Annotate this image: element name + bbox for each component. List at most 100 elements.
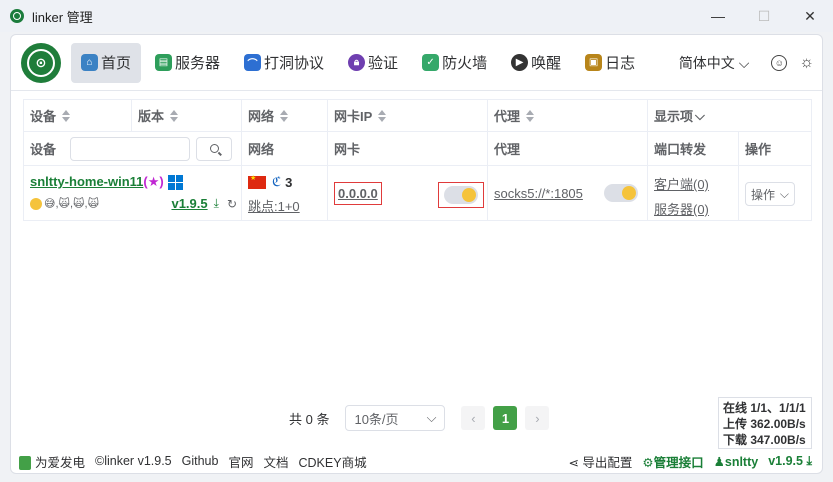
nav-home-label: 首页 (101, 55, 132, 72)
nic-ip-box: 0.0.0.0 (334, 182, 382, 205)
refresh-icon[interactable]: ↻ (227, 197, 237, 211)
github-link[interactable]: Github (182, 454, 219, 468)
operation-label: 操作 (751, 187, 776, 202)
nav-servers[interactable]: ▤ 服务器 (145, 43, 230, 83)
subheader-operation: 操作 (745, 142, 772, 157)
nic-ip-link[interactable]: 0.0.0.0 (338, 186, 378, 201)
play-icon: ▶ (511, 54, 529, 71)
user-button[interactable]: ♟snltty (714, 454, 759, 469)
device-name-link[interactable]: snltty-home-win11 (30, 174, 143, 189)
log-icon: ▣ (585, 54, 603, 71)
cdkey-link[interactable]: CDKEY商城 (299, 452, 367, 471)
device-search-input[interactable] (70, 136, 191, 161)
website-link[interactable]: 官网 (228, 452, 253, 471)
nic-toggle-box (438, 182, 484, 208)
hops-link[interactable]: 跳点:1+0 (248, 199, 300, 214)
header-network[interactable]: 网络 (242, 100, 328, 131)
chevron-down-icon: ⌵ (695, 107, 705, 123)
client-link[interactable]: 客户端(0) (654, 177, 709, 192)
search-button[interactable] (196, 136, 233, 161)
sort-icon (526, 109, 535, 122)
version-link[interactable]: v1.9.5 (171, 196, 207, 211)
nav-servers-label: 服务器 (175, 55, 221, 72)
operation-cell: 操作 ⌵ (739, 166, 811, 221)
nav-log-label: 日志 (605, 55, 636, 72)
page-size-label: 10条/页 (354, 411, 399, 427)
table-filter-row: 设备 网络 网卡 代理 端口转发 操作 (24, 132, 811, 166)
server-icon: ▤ (155, 54, 173, 71)
export-config-button[interactable]: ⋖ 导出配置 (568, 452, 632, 471)
nav-tunnel-label: 打洞协议 (264, 55, 325, 72)
proxy-link[interactable]: socks5://*:1805 (494, 186, 583, 201)
nav-auth[interactable]: 🔒︎ 验证 (338, 43, 408, 83)
nav-wakeup[interactable]: ▶ 唤醒 (501, 43, 571, 83)
header-version-label: 版本 (138, 109, 165, 124)
proxy-toggle[interactable] (604, 184, 638, 202)
sponsor-link[interactable]: 为爱发电 (19, 452, 85, 471)
prev-page-button[interactable]: ‹ (461, 406, 486, 430)
header-version[interactable]: 版本 (132, 100, 242, 131)
gear-icon: ⚙ (642, 455, 654, 470)
upload-stat: 上传 362.00B/s (723, 417, 806, 431)
header-device-label: 设备 (30, 109, 57, 124)
header-device[interactable]: 设备 (24, 100, 132, 131)
nav-firewall[interactable]: ✓ 防火墙 (412, 43, 497, 83)
header-network-label: 网络 (248, 109, 275, 124)
download-icon[interactable]: ⤓ (214, 196, 219, 211)
chevron-left-icon: ‹ (471, 410, 476, 426)
header-display-items[interactable]: 显示项 ⌵ (648, 100, 811, 131)
minimize-button[interactable]: — (695, 0, 741, 32)
nav-log[interactable]: ▣ 日志 (575, 43, 645, 83)
emoji-list: 😅,🙀,🙀,🙀 (44, 198, 100, 211)
nav-tunnel[interactable]: ⌒ 打洞协议 (234, 43, 334, 83)
operation-select[interactable]: 操作 ⌵ (745, 182, 795, 206)
subheader-proxy: 代理 (488, 132, 648, 165)
page-size-select[interactable]: 10条/页 ⌵ (345, 405, 446, 431)
search-icon (209, 144, 219, 153)
header-proxy[interactable]: 代理 (488, 100, 648, 131)
chevron-down-icon: ⌵ (779, 186, 789, 201)
docs-link[interactable]: 文档 (263, 452, 288, 471)
chevron-right-icon: › (535, 410, 540, 426)
sponsor-label: 为爱发电 (35, 455, 86, 470)
maximize-button[interactable]: ☐ (741, 0, 787, 32)
table-header-row: 设备 版本 网络 网卡IP 代理 显示项 ⌵ (24, 100, 811, 132)
nav-home[interactable]: ⌂ 首页 (71, 42, 142, 83)
nav-wakeup-label: 唤醒 (531, 55, 562, 72)
star-badge: (★) (143, 174, 164, 189)
next-page-button[interactable]: › (525, 406, 550, 430)
table-row: snltty-home-win11(★) 😅,🙀,🙀,🙀 v1.9.5 ⤓ ↻ … (24, 166, 811, 221)
emoji-icon (622, 186, 636, 200)
chevron-down-icon: ⌵ (426, 410, 437, 425)
app-icon (10, 9, 24, 23)
filter-device-label: 设备 (30, 142, 57, 157)
language-select[interactable]: 简体中文 ⌵ (679, 53, 750, 73)
footer-version-label: v1.9.5 (768, 453, 803, 468)
close-button[interactable]: ✕ (787, 0, 833, 32)
footer: 为爱发电 ©linker v1.9.5 Github 官网 文档 CDKEY商城… (11, 449, 822, 473)
download-stat: 下载 347.00B/s (723, 433, 806, 447)
top-nav: ⊙ ⌂ 首页 ▤ 服务器 ⌒ 打洞协议 🔒︎ 验证 ✓ 防火墙 ▶ 唤醒 ▣ 日… (11, 35, 822, 91)
emoji-icon (462, 188, 476, 202)
network-cell: ℭ 3 跳点:1+0 (242, 166, 328, 221)
pagination: 共 0 条 10条/页 ⌵ ‹ 1 › (289, 405, 550, 431)
header-proxy-label: 代理 (494, 109, 521, 124)
nic-toggle[interactable] (444, 186, 478, 204)
copyright-link[interactable]: ©linker v1.9.5 (95, 454, 172, 468)
subheader-network: 网络 (242, 132, 328, 165)
nav-auth-label: 验证 (368, 55, 399, 72)
page-number-1[interactable]: 1 (493, 406, 518, 430)
filter-device: 设备 (24, 132, 242, 165)
device-table: 设备 版本 网络 网卡IP 代理 显示项 ⌵ 设备 网络 网卡 代理 端口转发 操… (23, 99, 812, 221)
manage-api-button[interactable]: ⚙管理接口 (642, 452, 703, 471)
version-button[interactable]: v1.9.5 ⤓ (768, 454, 812, 469)
nic-cell: 0.0.0.0 (328, 166, 488, 221)
sun-icon[interactable]: ☼ (799, 54, 814, 72)
header-nic-ip[interactable]: 网卡IP (328, 100, 488, 131)
face-icon[interactable]: ☺ (771, 54, 788, 71)
tunnel-icon: ⌒ (244, 54, 262, 71)
user-icon: ♟ (713, 454, 725, 469)
stats-panel: 在线 1/1、1/1/1 上传 362.00B/s 下载 347.00B/s (718, 397, 812, 449)
server-link[interactable]: 服务器(0) (654, 202, 709, 217)
telecom-icon: ℭ (272, 174, 282, 189)
